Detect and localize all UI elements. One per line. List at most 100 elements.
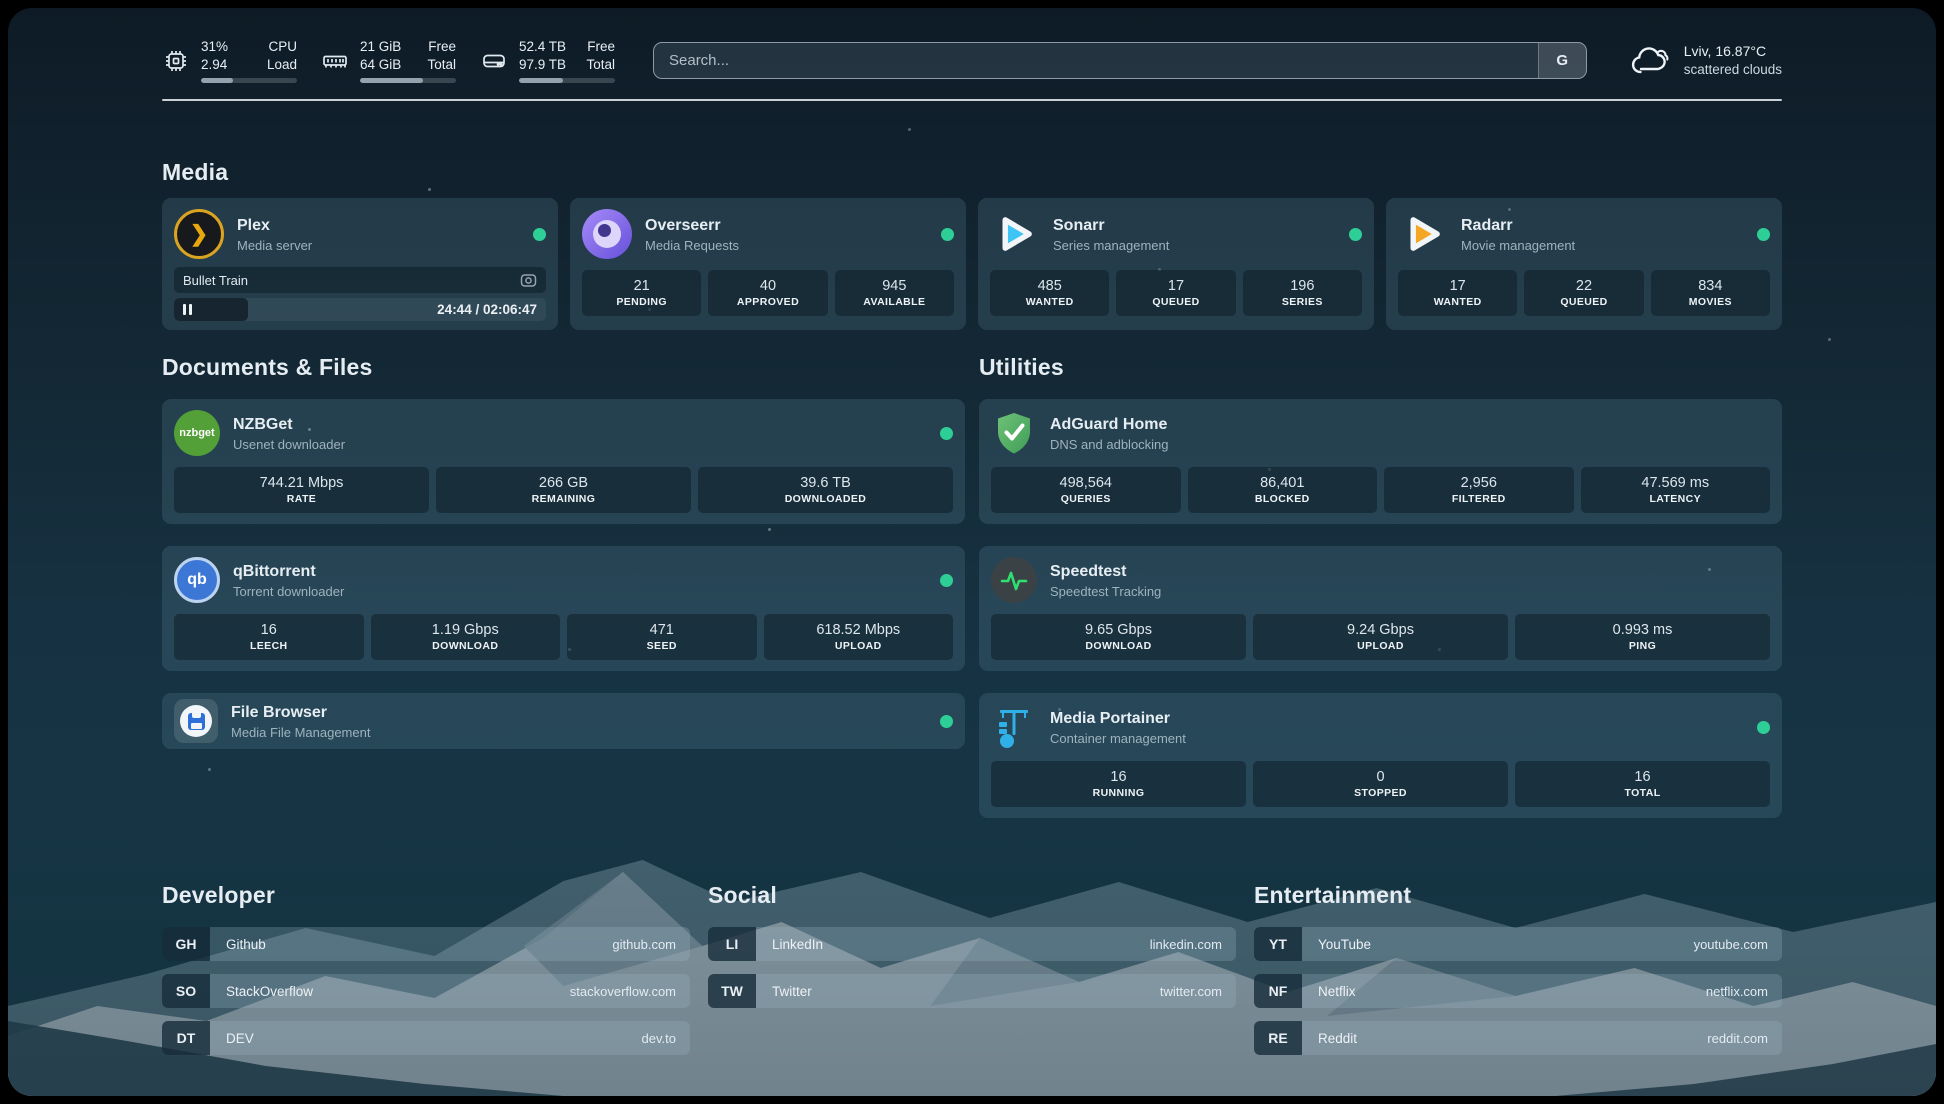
service-card-adguard[interactable]: AdGuard Home DNS and adblocking 498,564Q… [979, 399, 1782, 524]
bookmark-abbr: RE [1254, 1021, 1302, 1055]
service-desc: Movie management [1461, 238, 1575, 253]
stat-box: 0.993 msPING [1515, 614, 1770, 660]
search-bar: G [653, 42, 1587, 79]
bookmark-name: LinkedIn [756, 937, 823, 952]
weather-condition: scattered clouds [1684, 61, 1782, 79]
bookmark-reddit[interactable]: RE Reddit reddit.com [1254, 1021, 1782, 1055]
service-desc: Torrent downloader [233, 584, 344, 599]
disk-widget: 52.4 TB97.9 TB FreeTotal [480, 38, 615, 83]
service-name: qBittorrent [233, 562, 344, 582]
service-name: Radarr [1461, 216, 1575, 236]
service-desc: Usenet downloader [233, 437, 345, 452]
bookmark-abbr: LI [708, 927, 756, 961]
bookmark-group-social: Social LI LinkedIn linkedin.com TW Twitt… [708, 882, 1236, 1055]
section-title-media: Media [162, 159, 1782, 186]
now-playing-title: Bullet Train [183, 273, 248, 288]
section-title-utilities: Utilities [979, 354, 1782, 381]
stat-box: 16TOTAL [1515, 761, 1770, 807]
bookmark-dev[interactable]: DT DEV dev.to [162, 1021, 690, 1055]
disk-total: 97.9 TB [519, 56, 566, 74]
stat-box: 266 GBREMAINING [436, 467, 691, 513]
memory-free: 21 GiB [360, 38, 401, 56]
bookmark-stackoverflow[interactable]: SO StackOverflow stackoverflow.com [162, 974, 690, 1008]
service-card-overseerr[interactable]: Overseerr Media Requests 21PENDING 40APP… [570, 198, 966, 330]
service-desc: Media File Management [231, 725, 370, 740]
bookmark-domain: reddit.com [1707, 1031, 1782, 1046]
service-card-speedtest[interactable]: Speedtest Speedtest Tracking 9.65 GbpsDO… [979, 546, 1782, 671]
stat-box: 86,401BLOCKED [1188, 467, 1378, 513]
memory-total: 64 GiB [360, 56, 401, 74]
status-dot [940, 715, 953, 728]
service-name: Speedtest [1050, 562, 1161, 582]
bookmark-domain: stackoverflow.com [570, 984, 690, 999]
stat-box: 471SEED [567, 614, 757, 660]
search-input[interactable] [653, 42, 1587, 79]
stat-box: 16LEECH [174, 614, 364, 660]
service-card-nzbget[interactable]: nzbget NZBGet Usenet downloader 744.21 M… [162, 399, 965, 524]
bookmark-twitter[interactable]: TW Twitter twitter.com [708, 974, 1236, 1008]
stat-box: 0STOPPED [1253, 761, 1508, 807]
bookmark-name: Netflix [1302, 984, 1356, 999]
speedtest-icon [991, 557, 1037, 603]
bookmark-github[interactable]: GH Github github.com [162, 927, 690, 961]
service-name: File Browser [231, 703, 370, 723]
section-title-social: Social [708, 882, 1236, 909]
status-dot [940, 427, 953, 440]
bookmark-group-developer: Developer GH Github github.com SO StackO… [162, 882, 690, 1055]
bookmark-group-entertainment: Entertainment YT YouTube youtube.com NF … [1254, 882, 1782, 1055]
bookmark-abbr: TW [708, 974, 756, 1008]
cpu-label-1: CPU [267, 38, 297, 56]
stat-box: 834MOVIES [1651, 270, 1770, 316]
bookmark-name: Github [210, 937, 266, 952]
stat-box: 9.24 GbpsUPLOAD [1253, 614, 1508, 660]
section-title-documents: Documents & Files [162, 354, 965, 381]
service-card-sonarr[interactable]: Sonarr Series management 485WANTED 17QUE… [978, 198, 1374, 330]
playback-progress-bar[interactable]: 24:44 / 02:06:47 [174, 298, 546, 321]
stat-box: 485WANTED [990, 270, 1109, 316]
stat-box: 17WANTED [1398, 270, 1517, 316]
radarr-icon [1398, 209, 1448, 259]
status-dot [1757, 228, 1770, 241]
disk-free: 52.4 TB [519, 38, 566, 56]
status-dot [1349, 228, 1362, 241]
portainer-icon [991, 704, 1037, 750]
pause-button[interactable] [183, 298, 192, 321]
cpu-progress-track [201, 78, 297, 83]
bookmark-domain: dev.to [642, 1031, 690, 1046]
weather-widget: Lviv, 16.87°C scattered clouds [1629, 42, 1782, 79]
cpu-icon [162, 47, 190, 75]
memory-label-1: Free [427, 38, 456, 56]
bookmark-abbr: GH [162, 927, 210, 961]
stat-box: 22QUEUED [1524, 270, 1643, 316]
service-card-portainer[interactable]: Media Portainer Container management 16R… [979, 693, 1782, 818]
cpu-progress-fill [201, 78, 233, 83]
service-card-plex[interactable]: ❯ Plex Media server Bullet Train [162, 198, 558, 330]
cpu-loadavg: 2.94 [201, 56, 228, 74]
service-card-radarr[interactable]: Radarr Movie management 17WANTED 22QUEUE… [1386, 198, 1782, 330]
search-provider-button[interactable]: G [1538, 43, 1586, 78]
service-card-qbittorrent[interactable]: qb qBittorrent Torrent downloader 16LEEC… [162, 546, 965, 671]
service-desc: Container management [1050, 731, 1186, 746]
bookmark-youtube[interactable]: YT YouTube youtube.com [1254, 927, 1782, 961]
service-name: NZBGet [233, 415, 345, 435]
snow-specks [8, 8, 11, 11]
stat-box: 16RUNNING [991, 761, 1246, 807]
disk-progress-fill [519, 78, 563, 83]
bookmark-name: DEV [210, 1031, 254, 1046]
stat-box: 9.65 GbpsDOWNLOAD [991, 614, 1246, 660]
section-title-entertainment: Entertainment [1254, 882, 1782, 909]
top-bar: 31%2.94 CPULoad [162, 8, 1782, 83]
bookmark-linkedin[interactable]: LI LinkedIn linkedin.com [708, 927, 1236, 961]
sonarr-icon [990, 209, 1040, 259]
weather-location-temp: Lviv, 16.87°C [1684, 42, 1782, 61]
bookmark-netflix[interactable]: NF Netflix netflix.com [1254, 974, 1782, 1008]
stat-box: 498,564QUERIES [991, 467, 1181, 513]
memory-label-2: Total [427, 56, 456, 74]
now-playing-row: Bullet Train [174, 267, 546, 293]
stat-box: 618.52 MbpsUPLOAD [764, 614, 954, 660]
dashboard-screen: 31%2.94 CPULoad [8, 8, 1936, 1096]
dashboard-page: 31%2.94 CPULoad [0, 0, 1944, 1104]
adguard-icon [991, 410, 1037, 456]
service-card-filebrowser[interactable]: File Browser Media File Management [162, 693, 965, 749]
nzbget-icon: nzbget [174, 410, 220, 456]
